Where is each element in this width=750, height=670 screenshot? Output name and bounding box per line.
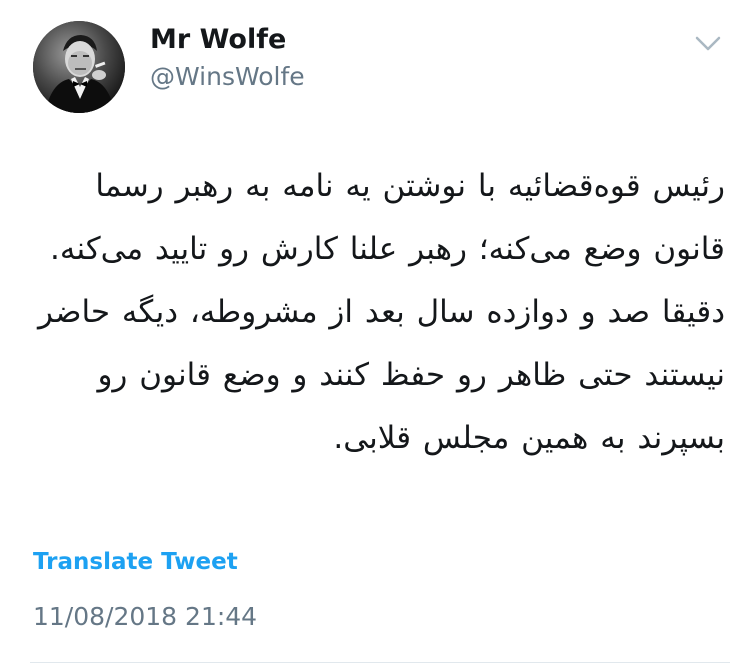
avatar[interactable] xyxy=(33,21,125,113)
display-name[interactable]: Mr Wolfe xyxy=(150,24,286,55)
divider xyxy=(30,662,730,663)
chevron-down-icon[interactable] xyxy=(693,32,723,54)
avatar-image xyxy=(33,21,125,113)
tweet-timestamp: 11/08/2018 21:44 xyxy=(33,602,258,631)
user-handle[interactable]: @WinsWolfe xyxy=(150,62,305,91)
tweet-text: رئیس قوه‌قضائیه با نوشتن یه نامه به رهبر… xyxy=(38,168,725,456)
translate-tweet-link[interactable]: Translate Tweet xyxy=(33,549,238,575)
